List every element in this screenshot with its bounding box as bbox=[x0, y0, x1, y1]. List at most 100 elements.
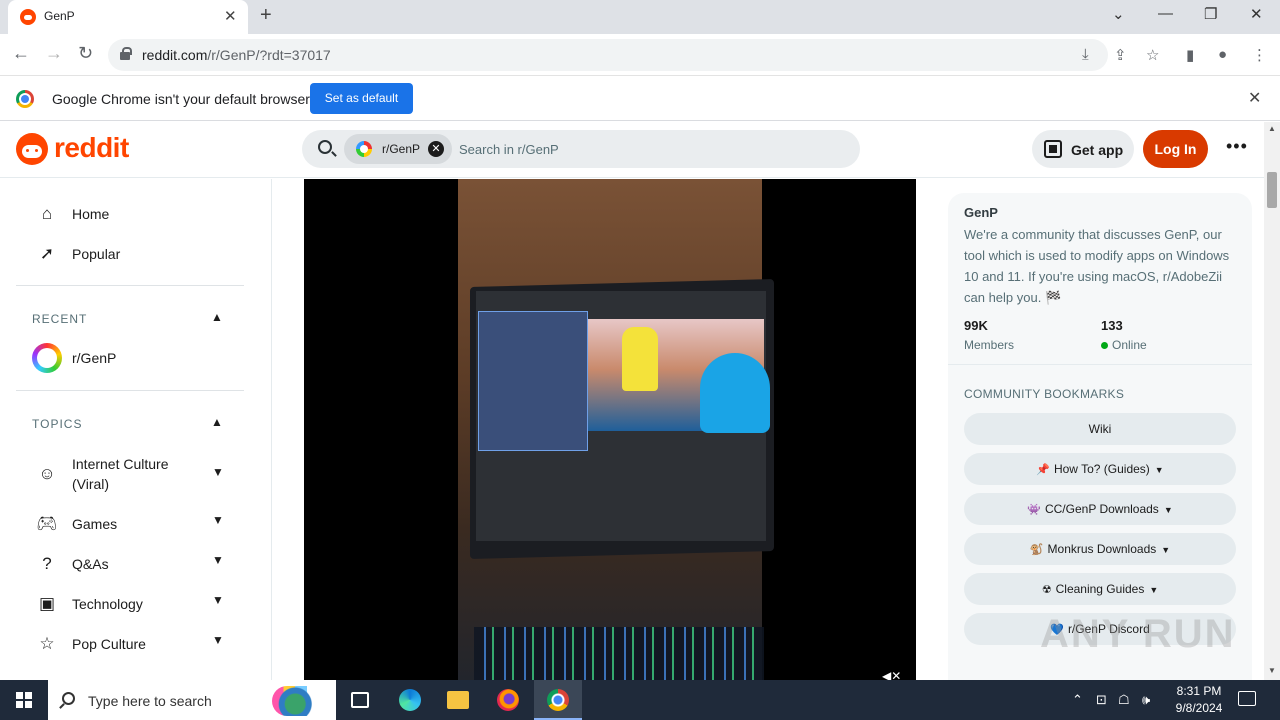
close-tab-icon[interactable]: ✕ bbox=[224, 7, 237, 25]
side-panel-icon[interactable]: ▮ bbox=[1186, 46, 1194, 64]
search-input[interactable]: Search in r/GenP bbox=[459, 142, 559, 157]
chevron-down-icon[interactable]: ▼ bbox=[212, 593, 224, 607]
bookmark-emoji-icon: ☢ bbox=[1041, 584, 1052, 596]
search-bar[interactable]: r/GenP ✕ Search in r/GenP bbox=[302, 130, 860, 168]
video-character-shape bbox=[622, 327, 658, 391]
address-bar[interactable]: reddit.com/r/GenP/?rdt=37017 bbox=[108, 39, 1108, 71]
chevron-up-icon[interactable]: ▲ bbox=[211, 415, 223, 429]
page-scrollbar[interactable]: ▲ ▼ bbox=[1264, 122, 1280, 680]
clock-date: 9/8/2024 bbox=[1175, 701, 1223, 715]
divider bbox=[16, 285, 244, 286]
install-icon[interactable]: ⤓ bbox=[1082, 46, 1089, 63]
members-label: Members bbox=[964, 338, 1015, 352]
reddit-snoo-icon[interactable] bbox=[16, 133, 48, 165]
bookmark-button[interactable]: 👾 CC/GenP Downloads ▼ bbox=[964, 493, 1236, 525]
task-view-button[interactable] bbox=[336, 680, 384, 720]
volume-icon[interactable]: 🕪︎ bbox=[1142, 692, 1150, 708]
nav-item-popular[interactable]: ➚ Popular bbox=[16, 233, 244, 273]
chevron-down-icon[interactable]: ▼ bbox=[212, 633, 224, 647]
gamepad-icon: 🎮︎ bbox=[36, 514, 58, 533]
file-explorer-button[interactable] bbox=[434, 680, 482, 720]
url-text: reddit.com/r/GenP/?rdt=37017 bbox=[142, 47, 331, 63]
new-tab-icon[interactable]: + bbox=[260, 4, 272, 27]
chevron-down-icon: ▼ bbox=[1154, 465, 1164, 475]
topic-games[interactable]: 🎮︎ Games ▼ bbox=[16, 503, 244, 543]
search-highlight-icon bbox=[272, 686, 330, 716]
topic-pop-culture[interactable]: ☆ Pop Culture ▼ bbox=[16, 623, 244, 663]
members-count: 99K bbox=[964, 318, 988, 333]
minimize-icon[interactable]: — bbox=[1158, 5, 1173, 22]
star-icon: ☆ bbox=[39, 634, 55, 653]
browser-tab[interactable]: GenP ✕ bbox=[8, 0, 248, 34]
chevron-up-icon[interactable]: ⌃ bbox=[1072, 692, 1083, 708]
edge-icon bbox=[399, 689, 421, 711]
community-description: We're a community that discusses GenP, o… bbox=[964, 227, 1230, 305]
topic-label: Internet Culture bbox=[72, 456, 169, 472]
video-character-shape bbox=[700, 353, 770, 433]
tab-search-chevron-icon[interactable]: ⌄ bbox=[1112, 5, 1125, 23]
taskbar-search[interactable]: Type here to search bbox=[48, 680, 336, 720]
chevron-down-icon[interactable]: ▼ bbox=[212, 553, 224, 567]
online-status-icon bbox=[1101, 342, 1108, 349]
scroll-thumb[interactable] bbox=[1267, 172, 1277, 208]
close-window-icon[interactable]: ✕ bbox=[1250, 5, 1263, 23]
scroll-up-icon[interactable]: ▲ bbox=[1268, 124, 1276, 133]
smiley-icon: ☺ bbox=[38, 464, 56, 483]
profile-icon[interactable]: ● bbox=[1218, 46, 1227, 63]
qr-code-icon bbox=[1044, 140, 1062, 158]
topic-internet-culture[interactable]: ☺ Internet Culture (Viral) ▼ bbox=[16, 449, 244, 499]
bookmarks-heading: COMMUNITY BOOKMARKS bbox=[964, 387, 1125, 401]
mute-icon[interactable]: ◀✕ bbox=[882, 669, 901, 680]
start-button[interactable] bbox=[0, 680, 48, 720]
tab-title: GenP bbox=[44, 9, 75, 23]
chevron-down-icon[interactable]: ▼ bbox=[212, 465, 224, 479]
forward-icon[interactable]: → bbox=[45, 43, 63, 64]
taskbar-clock[interactable]: 8:31 PM 9/8/2024 bbox=[1168, 683, 1230, 717]
bookmark-button[interactable]: ☢ Cleaning Guides ▼ bbox=[964, 573, 1236, 605]
bookmark-button[interactable]: 📌 How To? (Guides) ▼ bbox=[964, 453, 1236, 485]
bookmark-label: Monkrus Downloads bbox=[1047, 542, 1157, 556]
set-as-default-button[interactable]: Set as default bbox=[310, 83, 413, 114]
online-count: 133 bbox=[1101, 318, 1123, 333]
bookmark-label: CC/GenP Downloads bbox=[1044, 502, 1159, 516]
reddit-header: reddit r/GenP ✕ Search in r/GenP Get app… bbox=[0, 122, 1264, 178]
chevron-up-icon[interactable]: ▲ bbox=[211, 310, 223, 324]
nav-item-home[interactable]: ⌂ Home bbox=[16, 193, 244, 233]
close-infobar-icon[interactable]: ✕ bbox=[1248, 88, 1261, 108]
remove-chip-icon[interactable]: ✕ bbox=[428, 141, 444, 157]
bookmark-emoji-icon: 📌 bbox=[1036, 464, 1050, 476]
get-app-label: Get app bbox=[1071, 142, 1124, 158]
popular-icon: ➚ bbox=[39, 244, 55, 263]
reddit-logo-text[interactable]: reddit bbox=[54, 132, 129, 164]
login-button[interactable]: Log In bbox=[1143, 130, 1208, 168]
get-app-button[interactable]: Get app bbox=[1032, 130, 1134, 168]
topic-technology[interactable]: ▣ Technology ▼ bbox=[16, 583, 244, 623]
bookmark-star-icon[interactable]: ☆ bbox=[1146, 46, 1159, 64]
notification-icon[interactable] bbox=[1238, 691, 1256, 706]
video-keyboard-shape bbox=[474, 627, 764, 680]
chip-icon: ▣ bbox=[38, 594, 56, 613]
chrome-taskbar-button[interactable] bbox=[534, 680, 582, 720]
network-icon[interactable]: ⊡ bbox=[1096, 692, 1107, 708]
topic-label: Q&As bbox=[72, 556, 109, 572]
wifi-icon[interactable]: ☖ bbox=[1118, 692, 1130, 708]
topic-qas[interactable]: ? Q&As ▼ bbox=[16, 543, 244, 583]
more-options-icon[interactable]: ••• bbox=[1226, 136, 1248, 157]
chrome-menu-icon[interactable]: ⋮ bbox=[1252, 46, 1267, 64]
post-video[interactable]: ◀✕ bbox=[304, 179, 916, 680]
back-icon[interactable]: ← bbox=[12, 43, 30, 64]
scroll-down-icon[interactable]: ▼ bbox=[1268, 666, 1276, 675]
video-window-shape bbox=[478, 311, 588, 451]
bookmark-button[interactable]: Wiki bbox=[964, 413, 1236, 445]
share-icon[interactable]: ⇪ bbox=[1114, 46, 1127, 64]
firefox-button[interactable] bbox=[484, 680, 532, 720]
chevron-down-icon[interactable]: ▼ bbox=[212, 513, 224, 527]
search-icon bbox=[62, 692, 75, 705]
recent-item-genp[interactable]: r/GenP bbox=[16, 337, 244, 377]
bookmark-button[interactable]: 🐒 Monkrus Downloads ▼ bbox=[964, 533, 1236, 565]
edge-button[interactable] bbox=[386, 680, 434, 720]
restore-icon[interactable]: ❐ bbox=[1204, 5, 1217, 23]
chevron-down-icon: ▼ bbox=[1161, 545, 1171, 555]
infobar-message: Google Chrome isn't your default browser bbox=[52, 91, 310, 107]
reload-icon[interactable]: ↻ bbox=[78, 43, 93, 64]
